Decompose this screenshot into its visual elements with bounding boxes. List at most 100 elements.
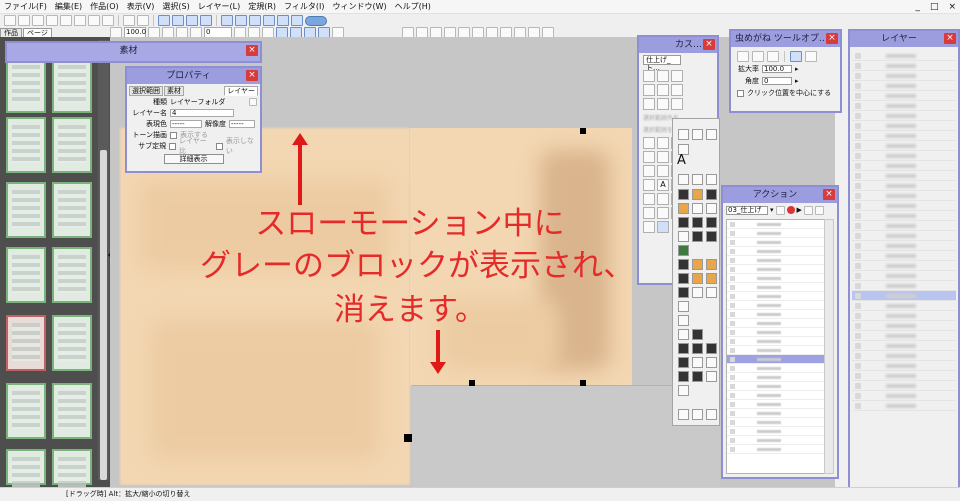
move-icon[interactable] [643, 70, 655, 82]
layer-row[interactable] [852, 111, 956, 121]
list-item[interactable] [727, 319, 825, 328]
select-rect-icon[interactable] [692, 129, 703, 140]
layer-row[interactable] [852, 251, 956, 261]
orange-tone-5-icon[interactable] [706, 273, 717, 284]
pen-icon[interactable] [643, 84, 655, 96]
layer-row[interactable] [852, 191, 956, 201]
menu-select[interactable]: 選択(S) [158, 0, 193, 14]
layer-row[interactable] [852, 321, 956, 331]
page-thumbnail[interactable] [52, 315, 92, 371]
stop-icon[interactable] [775, 205, 785, 215]
layer-name-input[interactable]: 4 [170, 109, 234, 117]
new-icon[interactable] [4, 15, 16, 26]
fit-mode-icon[interactable] [805, 51, 817, 62]
action-set-dropdown[interactable]: 03_仕上げ [726, 205, 768, 215]
layer-fill-icon[interactable] [643, 179, 655, 191]
list-item-selected[interactable] [727, 355, 825, 364]
burst-2-icon[interactable] [692, 371, 703, 382]
layer-row[interactable] [852, 241, 956, 251]
speed-line-3-icon[interactable] [706, 343, 717, 354]
save-icon[interactable] [32, 15, 44, 26]
flash-3-icon[interactable] [706, 357, 717, 368]
layer-row[interactable] [852, 361, 956, 371]
snap-special-icon[interactable] [200, 15, 212, 26]
center-click-checkbox[interactable] [737, 89, 744, 97]
star-icon[interactable] [692, 287, 703, 298]
page-thumbnail[interactable] [52, 182, 92, 238]
page-thumbnail-selected[interactable] [6, 315, 46, 371]
web-link-icon[interactable] [305, 15, 327, 26]
list-item[interactable] [727, 418, 825, 427]
close-icon[interactable]: × [246, 70, 258, 81]
page-thumbnail[interactable] [6, 117, 46, 173]
text-tool-icon[interactable]: A [677, 154, 686, 168]
action-palette-title[interactable]: アクション × [723, 187, 837, 203]
list-item[interactable] [727, 283, 825, 292]
menu-window[interactable]: ウィンドウ(W) [328, 0, 390, 14]
pattern-dark-4-icon[interactable] [692, 231, 703, 242]
close-icon[interactable]: × [823, 189, 835, 200]
selection-handle[interactable] [580, 380, 586, 386]
custom-palette-title[interactable]: カス… × [639, 37, 717, 53]
tab-selection[interactable]: 選択範囲 [129, 86, 163, 96]
list-item[interactable] [727, 391, 825, 400]
copy-icon[interactable] [88, 15, 100, 26]
menu-work[interactable]: 作品(O) [86, 0, 123, 14]
print-icon[interactable] [46, 15, 58, 26]
list-item[interactable] [727, 382, 825, 391]
list-item[interactable] [727, 274, 825, 283]
list-item[interactable] [727, 373, 825, 382]
dropdown-arrow-icon[interactable]: ▸ [795, 77, 799, 85]
close-icon[interactable]: × [826, 33, 838, 44]
page-thumbnail[interactable] [52, 57, 92, 113]
menu-layer[interactable]: レイヤー(L) [194, 0, 244, 14]
list-item[interactable] [727, 256, 825, 265]
pattern-icon[interactable] [678, 203, 689, 214]
zoom-tool-icon[interactable] [657, 207, 669, 219]
page-thumbnail[interactable] [6, 449, 46, 495]
panel-icon[interactable] [263, 15, 275, 26]
menu-view[interactable]: 表示(V) [123, 0, 159, 14]
pattern-dark-icon[interactable] [678, 217, 689, 228]
snap-mode-icon[interactable] [790, 51, 802, 62]
pattern-5-icon[interactable] [678, 385, 689, 396]
layer-row[interactable] [852, 401, 956, 411]
layer-row[interactable] [852, 71, 956, 81]
layer-row[interactable] [852, 231, 956, 241]
layer-row[interactable] [852, 141, 956, 151]
list-item[interactable] [727, 427, 825, 436]
curve-icon[interactable] [678, 301, 689, 312]
window-layout-2-icon[interactable] [249, 15, 261, 26]
layer-row[interactable] [852, 171, 956, 181]
menu-edit[interactable]: 編集(E) [51, 0, 86, 14]
property-palette-title[interactable]: プロパティ × [127, 68, 260, 84]
layer-row[interactable] [852, 201, 956, 211]
pattern-dark-3-icon[interactable] [706, 217, 717, 228]
line-icon[interactable] [643, 193, 655, 205]
selection-handle[interactable] [469, 380, 475, 386]
layer-row[interactable] [852, 341, 956, 351]
list-item[interactable] [727, 346, 825, 355]
play-icon[interactable]: ▶ [797, 206, 802, 214]
list-item[interactable] [727, 337, 825, 346]
layer-row[interactable] [852, 331, 956, 341]
layer-row[interactable] [852, 311, 956, 321]
layer-row[interactable] [852, 151, 956, 161]
flower-icon[interactable] [706, 287, 717, 298]
menu-file[interactable]: ファイル(F) [0, 0, 51, 14]
list-item[interactable] [727, 445, 825, 454]
close-window-button[interactable]: × [948, 0, 956, 14]
layer-row[interactable] [852, 81, 956, 91]
layer-3-icon[interactable] [706, 409, 717, 420]
list-item[interactable] [727, 292, 825, 301]
sharpen-icon[interactable] [657, 165, 669, 177]
close-icon[interactable]: × [246, 45, 258, 56]
hand-icon[interactable] [643, 221, 655, 233]
move-icon[interactable] [678, 129, 689, 140]
speed-line-2-icon[interactable] [692, 343, 703, 354]
tab-material[interactable]: 素材 [164, 86, 184, 96]
zoom-in-mode-icon[interactable] [737, 51, 749, 62]
maximize-button[interactable]: □ [930, 0, 939, 14]
orange-tone-icon[interactable] [692, 189, 703, 200]
bucket-icon[interactable] [643, 165, 655, 177]
